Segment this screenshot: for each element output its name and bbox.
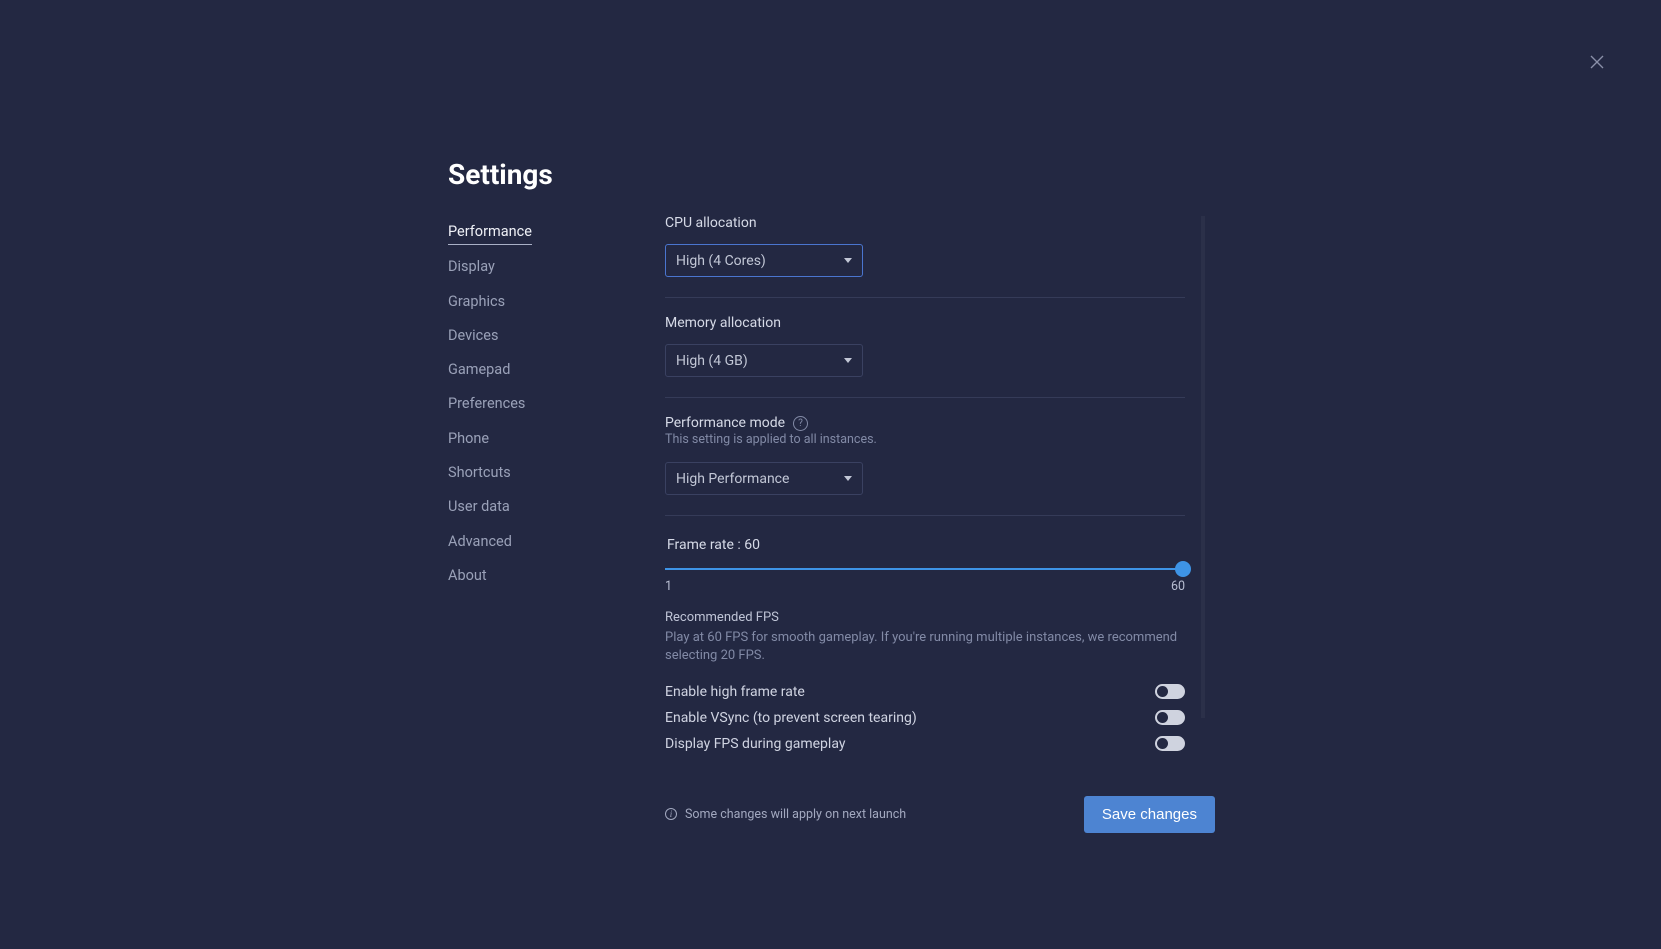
sidebar-item-shortcuts[interactable]: Shortcuts [448, 463, 511, 485]
close-icon [1589, 54, 1605, 70]
divider [665, 397, 1185, 398]
performance-mode-select[interactable]: High Performance [665, 462, 863, 495]
sidebar-item-user-data[interactable]: User data [448, 497, 510, 519]
close-button[interactable] [1585, 50, 1609, 74]
toggle-label: Display FPS during gameplay [665, 736, 845, 752]
toggle-knob [1157, 686, 1168, 697]
performance-mode-section: Performance mode ? This setting is appli… [665, 415, 1185, 515]
toggle-row: Enable high frame rate [665, 684, 1185, 700]
sidebar-item-about[interactable]: About [448, 566, 487, 588]
footer-note: i Some changes will apply on next launch [665, 807, 906, 822]
recommended-fps-title: Recommended FPS [665, 610, 1185, 625]
footer-note-text: Some changes will apply on next launch [685, 807, 906, 822]
slider-track [665, 568, 1185, 570]
sidebar-item-performance[interactable]: Performance [448, 222, 532, 245]
memory-allocation-select[interactable]: High (4 GB) [665, 344, 863, 377]
performance-mode-label: Performance mode [665, 415, 785, 431]
settings-content: CPU allocation High (4 Cores) Memory all… [665, 215, 1185, 833]
frame-rate-value: 60 [744, 537, 760, 553]
sidebar-item-phone[interactable]: Phone [448, 429, 489, 451]
chevron-down-icon [844, 358, 852, 363]
divider [665, 515, 1185, 516]
frame-rate-section: Frame rate : 60 1 60 Recommended FPS Pla… [665, 533, 1185, 761]
settings-sidebar: Performance Display Graphics Devices Gamepad… [448, 222, 628, 588]
page-title: Settings [448, 158, 553, 191]
performance-mode-value: High Performance [676, 471, 789, 487]
toggle-label: Enable high frame rate [665, 684, 805, 700]
divider [665, 297, 1185, 298]
sidebar-item-preferences[interactable]: Preferences [448, 394, 525, 416]
memory-allocation-section: Memory allocation High (4 GB) [665, 315, 1185, 397]
chevron-down-icon [844, 258, 852, 263]
frame-rate-min: 1 [665, 579, 672, 594]
toggle-switch[interactable] [1155, 736, 1185, 751]
toggle-label: Enable VSync (to prevent screen tearing) [665, 710, 917, 726]
toggle-row: Enable VSync (to prevent screen tearing) [665, 710, 1185, 726]
memory-allocation-value: High (4 GB) [676, 353, 748, 369]
toggle-row: Display FPS during gameplay [665, 736, 1185, 752]
frame-rate-max: 60 [1171, 579, 1185, 594]
scrollbar-track[interactable] [1201, 216, 1205, 718]
sidebar-item-graphics[interactable]: Graphics [448, 292, 505, 314]
sidebar-item-gamepad[interactable]: Gamepad [448, 360, 510, 382]
toggle-switch[interactable] [1155, 684, 1185, 699]
info-icon: i [665, 808, 677, 820]
toggle-knob [1157, 738, 1168, 749]
frame-rate-label: Frame rate : 60 [667, 537, 1185, 553]
recommended-fps-desc: Play at 60 FPS for smooth gameplay. If y… [665, 629, 1185, 665]
cpu-allocation-select[interactable]: High (4 Cores) [665, 244, 863, 277]
memory-allocation-label: Memory allocation [665, 315, 781, 331]
cpu-allocation-label: CPU allocation [665, 215, 757, 231]
help-icon[interactable]: ? [793, 416, 808, 431]
slider-thumb[interactable] [1175, 561, 1191, 577]
chevron-down-icon [844, 476, 852, 481]
toggle-knob [1157, 712, 1168, 723]
sidebar-item-advanced[interactable]: Advanced [448, 532, 512, 554]
cpu-allocation-value: High (4 Cores) [676, 253, 766, 269]
frame-rate-range: 1 60 [665, 579, 1185, 594]
frame-rate-slider[interactable] [665, 563, 1185, 575]
frame-rate-label-prefix: Frame rate : [667, 537, 744, 553]
save-changes-button[interactable]: Save changes [1084, 796, 1215, 833]
settings-footer: i Some changes will apply on next launch… [665, 796, 1215, 833]
cpu-allocation-section: CPU allocation High (4 Cores) [665, 215, 1185, 297]
toggle-switch[interactable] [1155, 710, 1185, 725]
performance-mode-sublabel: This setting is applied to all instances… [665, 432, 1185, 448]
sidebar-item-devices[interactable]: Devices [448, 326, 498, 348]
sidebar-item-display[interactable]: Display [448, 257, 495, 279]
